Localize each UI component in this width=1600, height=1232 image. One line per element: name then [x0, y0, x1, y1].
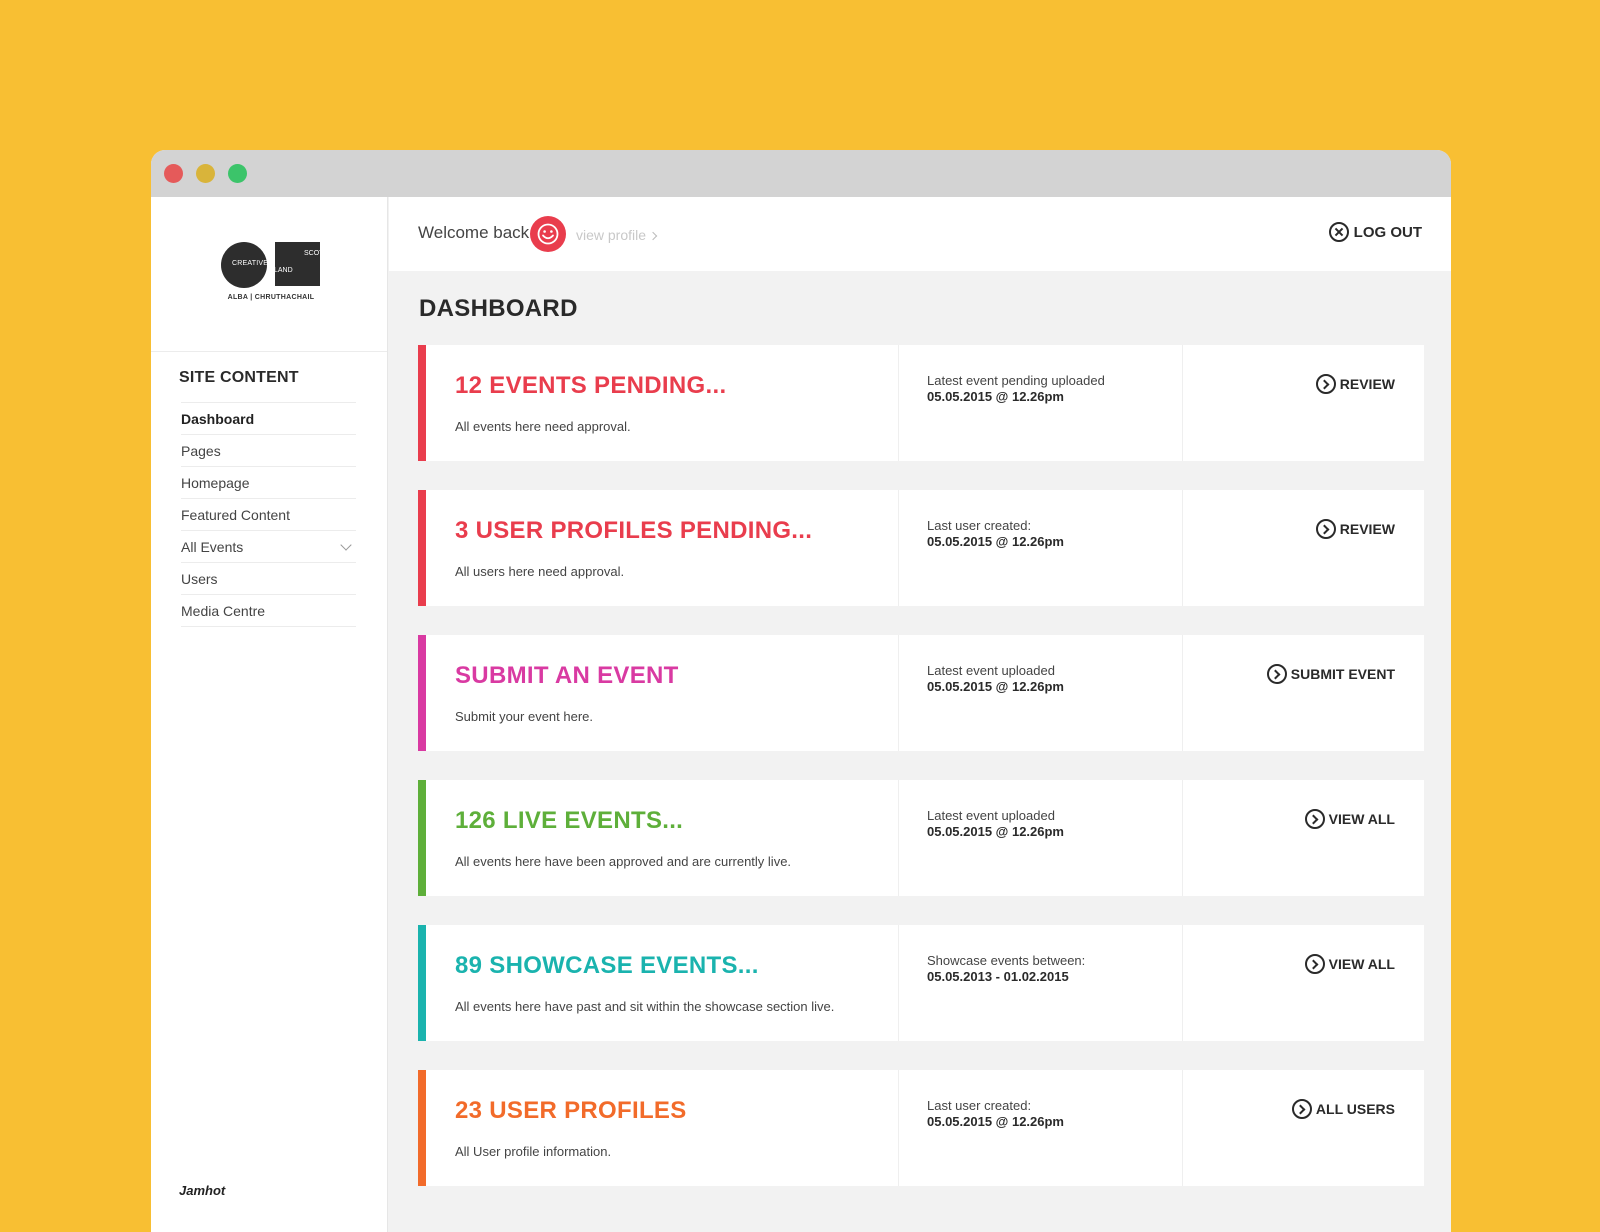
browser-window: CREATIVE SCOT LAND ALBA | CHRUTHACHAIL S…: [151, 150, 1451, 1232]
card-description: Submit your event here.: [455, 709, 594, 724]
logo-word-creative: CREATIVE: [232, 260, 269, 267]
all-users-button[interactable]: ALL USERS: [1291, 1099, 1395, 1119]
view-all-live-events-button[interactable]: VIEW ALL: [1304, 809, 1395, 829]
logout-label: LOG OUT: [1353, 223, 1422, 241]
card-title: 3 USER PROFILES PENDING...: [455, 517, 813, 544]
chevron-right-icon: [648, 231, 658, 241]
logo-area: CREATIVE SCOT LAND ALBA | CHRUTHACHAIL: [151, 197, 387, 352]
sidebar: CREATIVE SCOT LAND ALBA | CHRUTHACHAIL S…: [151, 197, 388, 1232]
smiley-icon: [537, 223, 559, 245]
card-meta-label: Latest event uploaded: [927, 663, 1055, 678]
action-label: VIEW ALL: [1328, 811, 1395, 827]
sidebar-nav: Dashboard Pages Homepage Featured Conten…: [181, 402, 356, 627]
card-title: 126 LIVE EVENTS...: [455, 807, 684, 834]
sidebar-item-pages[interactable]: Pages: [181, 435, 356, 467]
card-meta-value: 05.05.2015 @ 12.26pm: [927, 1114, 1064, 1129]
sidebar-item-label: Featured Content: [181, 506, 290, 523]
arrow-circle-icon: [1315, 374, 1336, 394]
sidebar-item-label: Dashboard: [181, 410, 255, 427]
page-title: DASHBOARD: [419, 295, 578, 322]
review-events-button[interactable]: REVIEW: [1315, 374, 1395, 394]
card-meta-value: 05.05.2015 @ 12.26pm: [927, 534, 1064, 549]
arrow-circle-icon: [1304, 809, 1325, 829]
card-meta-value: 05.05.2015 @ 12.26pm: [927, 824, 1064, 839]
card-description: All events here have been approved and a…: [455, 854, 792, 869]
close-window-button[interactable]: [164, 164, 183, 183]
card-description: All User profile information.: [455, 1144, 612, 1159]
logo-word-land: LAND: [274, 267, 293, 274]
card-user-profiles: 23 USER PROFILES All User profile informa…: [418, 1070, 1424, 1186]
card-title: 23 USER PROFILES: [455, 1097, 687, 1124]
view-profile-link[interactable]: view profile: [576, 227, 658, 243]
sidebar-section-title: SITE CONTENT: [179, 369, 299, 386]
card-meta-label: Showcase events between:: [927, 953, 1086, 968]
action-label: REVIEW: [1339, 521, 1395, 537]
action-label: SUBMIT EVENT: [1290, 666, 1395, 682]
sidebar-item-users[interactable]: Users: [181, 563, 356, 595]
card-meta-value: 05.05.2015 @ 12.26pm: [927, 679, 1064, 694]
sidebar-item-label: All Events: [181, 538, 244, 555]
logo-square-shape: [275, 242, 320, 286]
avatar[interactable]: [530, 216, 566, 252]
close-circle-icon: [1328, 222, 1349, 242]
card-meta-label: Last user created:: [927, 518, 1032, 533]
creative-scotland-logo[interactable]: CREATIVE SCOT LAND ALBA | CHRUTHACHAIL: [221, 242, 324, 306]
dashboard-cards: 12 EVENTS PENDING... All events here need…: [418, 345, 1424, 1215]
sidebar-item-featured-content[interactable]: Featured Content: [181, 499, 356, 531]
sidebar-item-label: Users: [181, 570, 218, 587]
card-title: SUBMIT AN EVENT: [455, 662, 679, 689]
sidebar-item-label: Homepage: [181, 474, 250, 491]
card-meta-value: 05.05.2013 - 01.02.2015: [927, 969, 1069, 984]
view-profile-label: view profile: [576, 227, 647, 243]
card-title: 89 SHOWCASE EVENTS...: [455, 952, 759, 979]
review-users-button[interactable]: REVIEW: [1315, 519, 1395, 539]
view-all-showcase-events-button[interactable]: VIEW ALL: [1304, 954, 1395, 974]
card-meta-label: Last user created:: [927, 1098, 1032, 1113]
logout-button[interactable]: LOG OUT: [1328, 222, 1422, 242]
arrow-circle-icon: [1315, 519, 1336, 539]
sidebar-item-homepage[interactable]: Homepage: [181, 467, 356, 499]
card-events-pending: 12 EVENTS PENDING... All events here need…: [418, 345, 1424, 461]
card-description: All events here need approval.: [455, 419, 631, 434]
arrow-circle-icon: [1266, 664, 1287, 684]
card-title: 12 EVENTS PENDING...: [455, 372, 727, 399]
card-live-events: 126 LIVE EVENTS... All events here have b…: [418, 780, 1424, 896]
logo-word-scot: SCOT: [304, 250, 324, 257]
card-showcase-events: 89 SHOWCASE EVENTS... All events here hav…: [418, 925, 1424, 1041]
action-label: REVIEW: [1339, 376, 1395, 392]
sidebar-item-label: Pages: [181, 442, 221, 459]
sidebar-item-all-events[interactable]: All Events: [181, 531, 356, 563]
welcome-text: Welcome back: [418, 223, 530, 242]
window-titlebar: [151, 150, 1451, 197]
logo-subtitle: ALBA | CHRUTHACHAIL: [227, 294, 315, 301]
card-meta-label: Latest event uploaded: [927, 808, 1055, 823]
sidebar-item-label: Media Centre: [181, 602, 266, 619]
sidebar-item-media-centre[interactable]: Media Centre: [181, 595, 356, 627]
card-description: All events here have past and sit within…: [455, 999, 835, 1014]
card-description: All users here need approval.: [455, 564, 625, 579]
action-label: VIEW ALL: [1328, 956, 1395, 972]
arrow-circle-icon: [1291, 1099, 1312, 1119]
card-meta-value: 05.05.2015 @ 12.26pm: [927, 389, 1064, 404]
card-submit-event: SUBMIT AN EVENT Submit your event here. L…: [418, 635, 1424, 751]
minimize-window-button[interactable]: [196, 164, 215, 183]
action-label: ALL USERS: [1315, 1101, 1395, 1117]
chevron-down-icon[interactable]: [340, 538, 352, 551]
card-user-profiles-pending: 3 USER PROFILES PENDING... All users here…: [418, 490, 1424, 606]
card-meta-label: Latest event pending uploaded: [927, 373, 1105, 388]
maximize-window-button[interactable]: [228, 164, 247, 183]
top-bar: Welcome back view profile LOG OUT: [389, 197, 1451, 271]
arrow-circle-icon: [1304, 954, 1325, 974]
submit-event-button[interactable]: SUBMIT EVENT: [1266, 664, 1395, 684]
sidebar-item-dashboard[interactable]: Dashboard: [181, 403, 356, 435]
footer-brand-jamhot[interactable]: Jamhot: [179, 1183, 225, 1198]
